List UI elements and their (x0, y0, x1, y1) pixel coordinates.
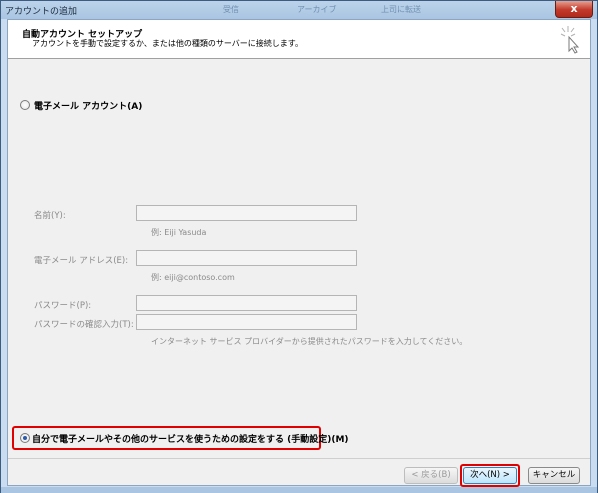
wizard-cursor-icon (560, 26, 580, 54)
close-icon: x (570, 2, 578, 15)
title-bar[interactable]: アカウントの追加 受信 アーカイブ 上司に転送 x (1, 1, 597, 19)
background-ribbon-text: 受信 (223, 5, 239, 14)
wizard-body: 電子メール アカウント(A) 名前(Y): 例: Eiji Yasuda 電子メ… (8, 59, 590, 450)
email-hint: 例: eiji@contoso.com (151, 273, 235, 282)
cancel-button[interactable]: キャンセル (528, 467, 580, 484)
manual-setup-radio[interactable] (20, 433, 30, 443)
window-bottom-border (1, 487, 597, 493)
name-hint: 例: Eiji Yasuda (151, 228, 207, 237)
add-account-window: アカウントの追加 受信 アーカイブ 上司に転送 x 自動アカウント セットアップ… (0, 0, 598, 493)
wizard-header: 自動アカウント セットアップ アカウントを手動で設定するか、または他の種類のサー… (8, 20, 590, 59)
password-confirm-label: パスワードの確認入力(T): (34, 320, 134, 330)
name-label: 名前(Y): (34, 211, 66, 221)
email-label: 電子メール アドレス(E): (34, 256, 129, 266)
dialog-client-area: 自動アカウント セットアップ アカウントを手動で設定するか、または他の種類のサー… (7, 19, 591, 487)
window-title: アカウントの追加 (5, 7, 78, 17)
password-label: パスワード(P): (34, 301, 92, 311)
email-input[interactable] (136, 250, 357, 266)
name-input[interactable] (136, 205, 357, 221)
password-hint: インターネット サービス プロバイダーから提供されたパスワードを入力してください… (151, 337, 468, 346)
footer-divider (8, 458, 590, 459)
email-account-radio[interactable] (20, 100, 30, 110)
back-button[interactable]: < 戻る(B) (404, 467, 458, 484)
background-ribbon-text: アーカイブ (297, 5, 337, 14)
password-confirm-input[interactable] (136, 314, 357, 330)
background-ribbon-text: 上司に転送 (381, 5, 421, 14)
password-input[interactable] (136, 295, 357, 311)
email-account-label[interactable]: 電子メール アカウント(A) (34, 99, 142, 112)
close-button[interactable]: x (555, 1, 593, 18)
next-button[interactable]: 次へ(N) > (463, 467, 517, 484)
manual-setup-label[interactable]: 自分で電子メールやその他のサービスを使うための設定をする (手動設定)(M) (32, 432, 349, 445)
header-subtitle: アカウントを手動で設定するか、または他の種類のサーバーに接続します。 (32, 39, 303, 48)
